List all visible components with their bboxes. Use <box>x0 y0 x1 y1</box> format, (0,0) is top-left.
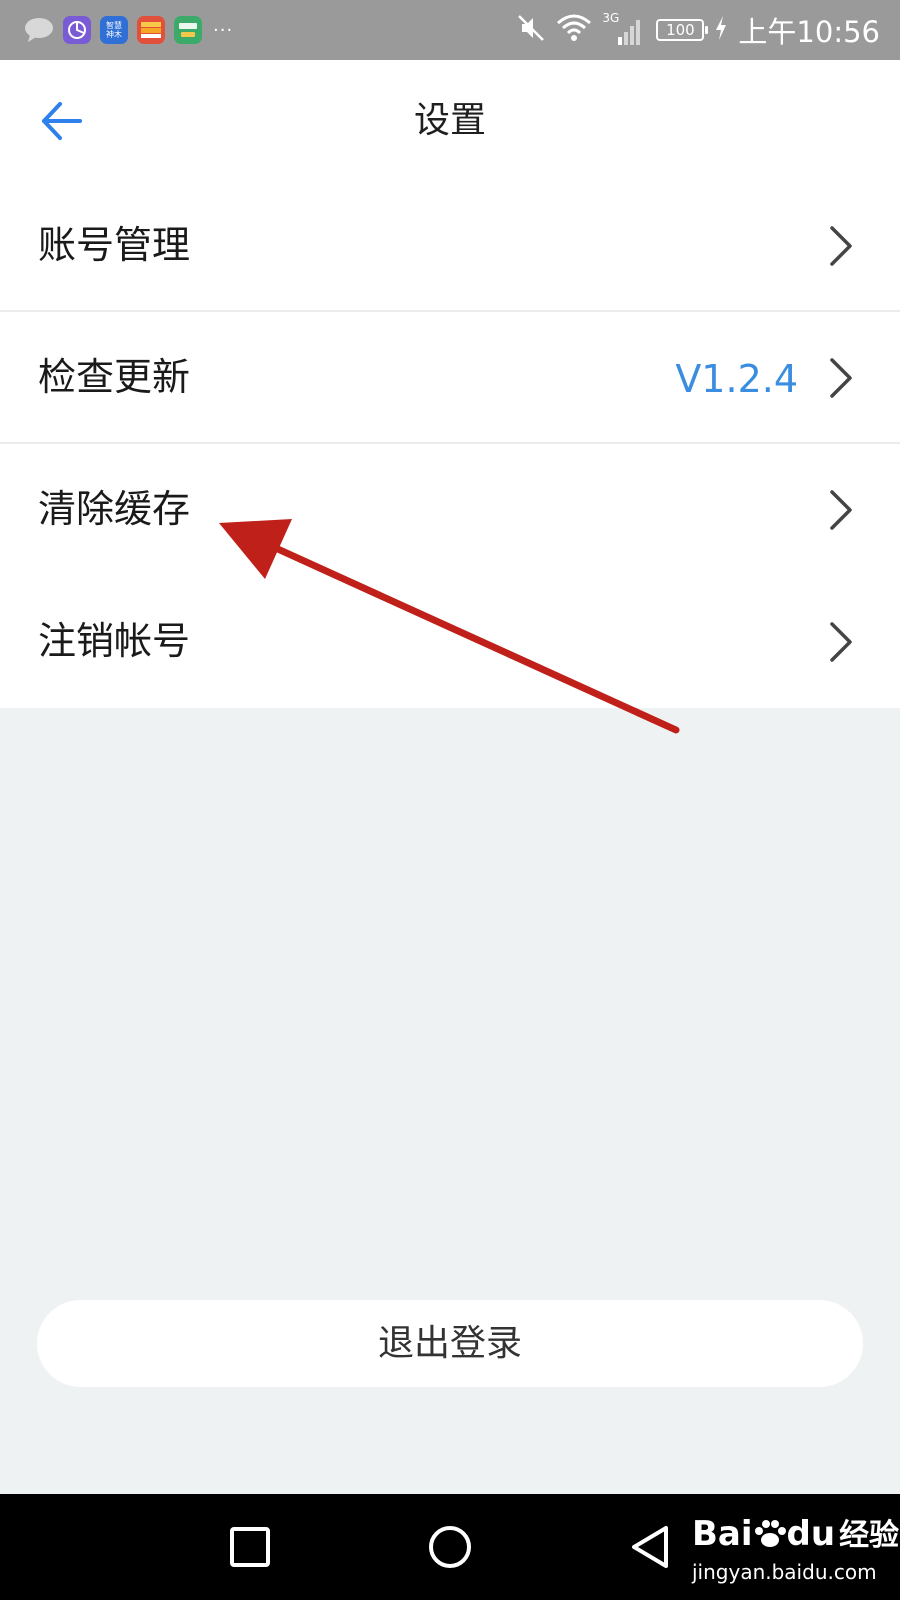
settings-item-label: 账号管理 <box>38 223 191 267</box>
version-value: V1.2.4 <box>675 357 798 401</box>
settings-item-label: 检查更新 <box>38 355 191 399</box>
watermark-url: jingyan.baidu.com <box>692 1560 877 1584</box>
settings-list: 账号管理 检查更新 V1.2.4 清除缓存 注销帐号 <box>0 180 900 708</box>
messages-icon <box>24 17 54 43</box>
chevron-right-icon <box>830 226 852 266</box>
system-status-icons: 3G 100 上午10:56 <box>516 11 880 49</box>
wifi-icon <box>556 13 592 47</box>
mute-icon <box>516 13 546 47</box>
gallery-app-icon <box>63 16 91 44</box>
zhihui-app-label: 智慧 神木 <box>106 21 122 39</box>
watermark-logo: Bai du 经验 <box>692 1510 899 1554</box>
chevron-right-icon <box>830 622 852 662</box>
settings-item-account-management[interactable]: 账号管理 <box>0 180 900 312</box>
logout-button[interactable]: 退出登录 <box>37 1300 863 1387</box>
baidu-watermark: Bai du 经验 jingyan.baidu.com <box>692 1508 899 1592</box>
chevron-right-icon <box>830 490 852 530</box>
status-bar: 智慧 神木 ··· 3G 100 上午10:56 <box>0 0 900 60</box>
watermark-logo-suffix: du <box>786 1514 836 1554</box>
watermark-logo-cn: 经验 <box>839 1518 900 1553</box>
settings-item-label: 清除缓存 <box>38 487 191 531</box>
charging-icon <box>714 15 728 45</box>
settings-header: 设置 <box>0 60 900 180</box>
more-notifications-icon: ··· <box>213 19 234 41</box>
nav-back-button[interactable] <box>628 1524 674 1570</box>
notification-icons: 智慧 神木 ··· <box>24 14 233 46</box>
recent-apps-button[interactable] <box>227 1524 273 1570</box>
circle-icon <box>429 1526 471 1568</box>
paw-icon <box>754 1520 786 1547</box>
page-title: 设置 <box>413 100 486 141</box>
status-time: 上午10:56 <box>738 15 880 49</box>
triangle-back-icon <box>632 1526 668 1568</box>
cellular-signal-icon: 3G <box>602 11 646 47</box>
settings-item-check-update[interactable]: 检查更新 V1.2.4 <box>0 312 900 444</box>
square-icon <box>230 1527 270 1567</box>
green-app-icon <box>174 16 202 44</box>
chevron-right-icon <box>830 358 852 398</box>
home-button[interactable] <box>427 1524 473 1570</box>
settings-item-cancel-account[interactable]: 注销帐号 <box>0 576 900 708</box>
battery-icon: 100 <box>656 19 709 41</box>
zhihui-app-icon: 智慧 神木 <box>100 16 128 44</box>
wallet-app-icon <box>137 16 165 44</box>
settings-item-label: 注销帐号 <box>38 619 191 663</box>
watermark-logo-text: Bai <box>692 1514 753 1554</box>
settings-item-clear-cache[interactable]: 清除缓存 <box>0 444 900 576</box>
